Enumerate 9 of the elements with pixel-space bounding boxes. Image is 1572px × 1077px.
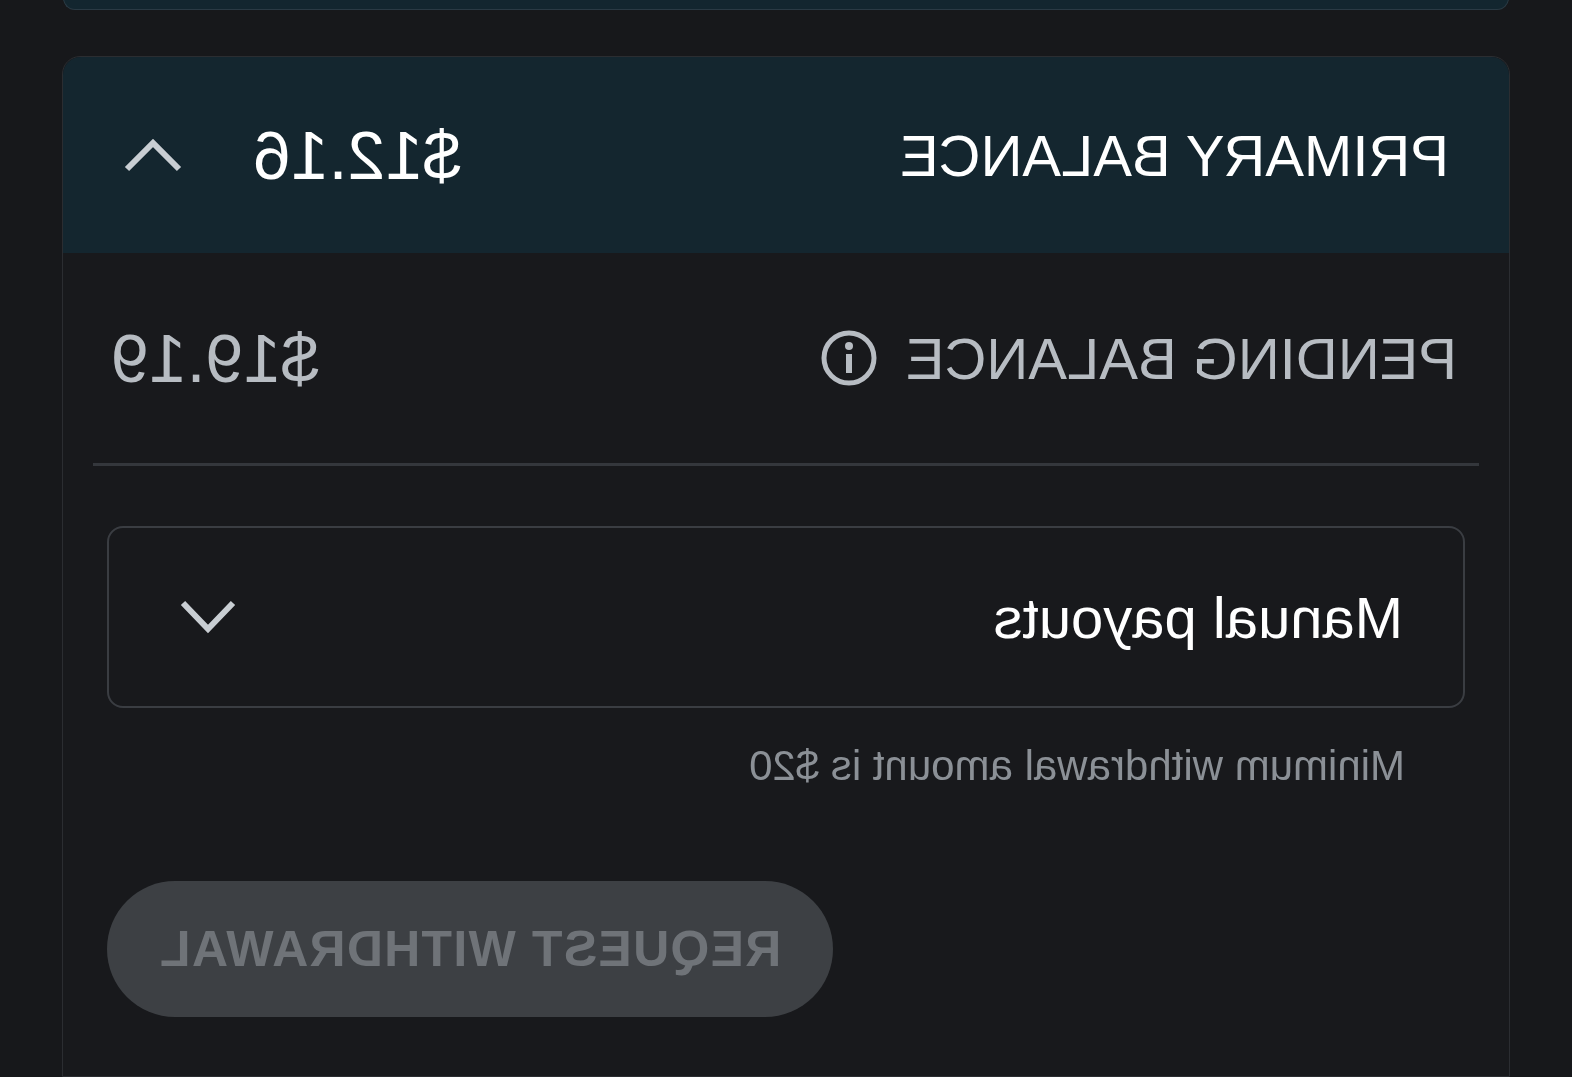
- primary-balance-amount: $12.16: [253, 116, 461, 195]
- chevron-down-icon: [179, 599, 237, 635]
- payout-select[interactable]: Manual payouts: [107, 526, 1465, 708]
- pending-balance-amount: $19.19: [111, 319, 319, 398]
- info-icon: [819, 329, 878, 387]
- chevron-up-icon[interactable]: [123, 137, 183, 173]
- helper-text: Minimum withdrawal amount is $20: [748, 741, 1405, 791]
- primary-balance-label: PRIMARY BALANCE: [899, 121, 1449, 190]
- pending-balance-label: PENDING BALANCE: [905, 324, 1457, 393]
